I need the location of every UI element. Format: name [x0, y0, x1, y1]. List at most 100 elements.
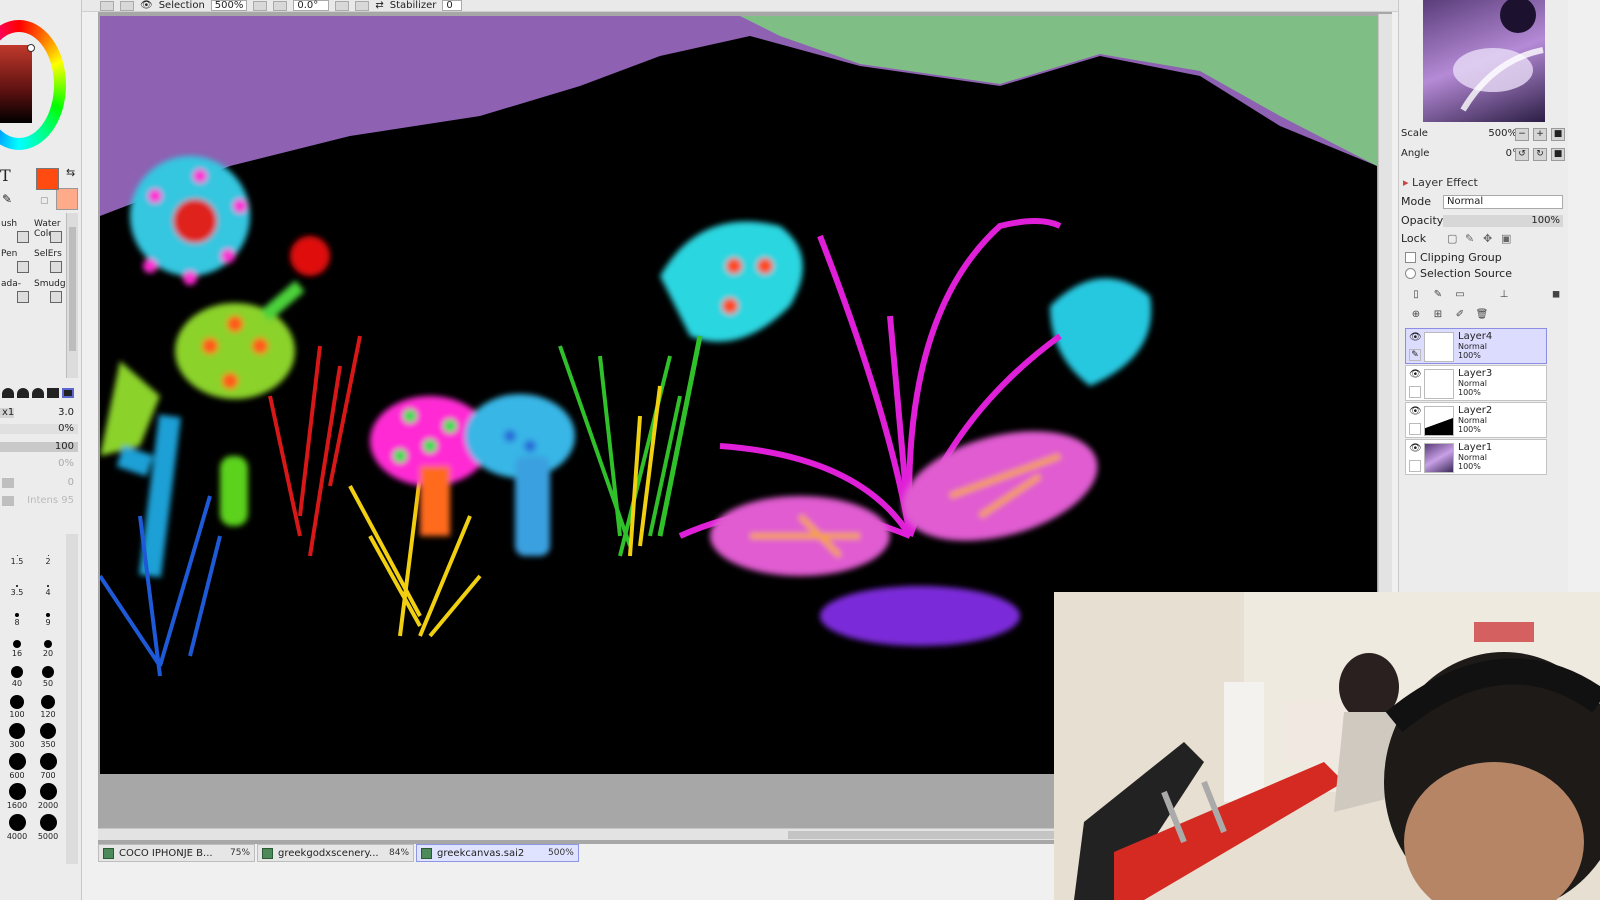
- zoom-reset-button[interactable]: ■: [1551, 128, 1565, 141]
- undo-button[interactable]: [100, 0, 114, 11]
- brush-size-preset[interactable]: 5000: [33, 813, 63, 841]
- merge-down-icon[interactable]: ⊕: [1409, 308, 1423, 322]
- tab-greekgodxscenery[interactable]: greekgodxscenery... 84%: [257, 844, 415, 862]
- layer-mask-icon[interactable]: ◼: [1549, 288, 1563, 302]
- blending-slider[interactable]: 0%: [0, 457, 78, 471]
- persistence-slider[interactable]: 0: [0, 476, 78, 490]
- layer-effect-header[interactable]: ▸ Layer Effect: [1403, 176, 1478, 189]
- brush-size-preset[interactable]: 700: [33, 752, 63, 780]
- brush-size-preset[interactable]: 8: [2, 599, 32, 627]
- clipping-group-checkbox[interactable]: Clipping Group: [1405, 251, 1502, 264]
- tab-coco-iphonje[interactable]: COCO IPHONJE B... 75%: [98, 844, 256, 862]
- brush-size-preset[interactable]: 50: [33, 660, 63, 688]
- brush-size-preset[interactable]: 16: [2, 630, 32, 658]
- layer-row-layer4[interactable]: 👁 ✎ Layer4 Normal 100%: [1405, 328, 1547, 364]
- text-tool-icon[interactable]: T: [0, 166, 11, 185]
- zoom-out-button[interactable]: −: [1515, 128, 1529, 141]
- trash-icon[interactable]: 🗑: [1475, 308, 1489, 322]
- visibility-eye-icon[interactable]: 👁: [1409, 332, 1422, 344]
- brush-shape-option[interactable]: [17, 388, 29, 398]
- zoom-in-button[interactable]: +: [1533, 128, 1547, 141]
- tab-greekcanvas[interactable]: greekcanvas.sai2 500%: [416, 844, 579, 862]
- brush-size-slider[interactable]: x1 3.0: [0, 406, 78, 420]
- blend-mode-select[interactable]: Normal: [1443, 195, 1563, 209]
- scroll-thumb[interactable]: [69, 227, 76, 351]
- redo-button[interactable]: [120, 0, 134, 11]
- zoom-in-button[interactable]: [273, 0, 288, 11]
- tool-selection-eraser[interactable]: SelErs: [33, 247, 66, 277]
- brush-size-preset[interactable]: 350: [33, 721, 63, 749]
- tool-pen[interactable]: Pen: [0, 247, 33, 277]
- brush-size-preset[interactable]: 3.5: [2, 569, 32, 597]
- brush-size-preset[interactable]: 2: [33, 538, 63, 566]
- brush-size-preset[interactable]: 40: [2, 660, 32, 688]
- brush-shape-option[interactable]: [2, 388, 14, 398]
- selection-source-checkbox[interactable]: Selection Source: [1405, 267, 1512, 280]
- checkbox[interactable]: [1405, 268, 1416, 279]
- brush-size-scrollbar[interactable]: [66, 534, 78, 864]
- opacity-slider[interactable]: 100%: [1443, 215, 1563, 227]
- layer-row-layer2[interactable]: 👁 Layer2 Normal 100%: [1405, 402, 1547, 438]
- visibility-eye-icon[interactable]: 👁: [1409, 443, 1422, 455]
- clear-layer-icon[interactable]: ✐: [1453, 308, 1467, 322]
- stabilizer-field[interactable]: 0: [442, 0, 463, 11]
- intensity-slider[interactable]: Intens 95: [0, 494, 78, 508]
- swap-colors-icon[interactable]: ⇆: [66, 166, 75, 179]
- rotate-right-button[interactable]: ↻: [1533, 148, 1547, 161]
- brush-size-preset[interactable]: 600: [2, 752, 32, 780]
- eyedropper-icon[interactable]: ✎: [2, 192, 12, 206]
- lock-transparency-icon[interactable]: ▢: [1447, 231, 1457, 247]
- brush-size-preset[interactable]: 120: [33, 691, 63, 719]
- brush-size-preset[interactable]: 9: [33, 599, 63, 627]
- flip-icon[interactable]: ⇄: [375, 0, 383, 11]
- brush-size-preset[interactable]: 100: [2, 691, 32, 719]
- zoom-out-button[interactable]: [253, 0, 268, 11]
- new-linework-layer-icon[interactable]: ✎: [1431, 288, 1445, 302]
- dropdown-button[interactable]: [2, 478, 14, 488]
- brush-size-preset[interactable]: 4000: [2, 813, 32, 841]
- layer-row-layer3[interactable]: 👁 Layer3 Normal 100%: [1405, 365, 1547, 401]
- rotate-left-button[interactable]: [335, 0, 350, 11]
- rotate-left-button[interactable]: ↺: [1515, 148, 1529, 161]
- brush-size-preset[interactable]: 300: [2, 721, 32, 749]
- min-size-slider[interactable]: 0%: [0, 422, 78, 436]
- tool-gradient[interactable]: ada-: [0, 277, 33, 307]
- new-layer-icon[interactable]: ▯: [1409, 288, 1423, 302]
- brush-size-preset[interactable]: 4: [33, 569, 63, 597]
- new-folder-icon[interactable]: ▭: [1453, 288, 1467, 302]
- lock-all-icon[interactable]: ▣: [1501, 231, 1511, 247]
- layer-row-layer1[interactable]: 👁 Layer1 Normal 100%: [1405, 439, 1547, 475]
- visibility-eye-icon[interactable]: 👁: [1409, 406, 1422, 418]
- zoom-field[interactable]: 500%: [210, 0, 248, 11]
- brush-size-preset[interactable]: 1600: [2, 782, 32, 810]
- brush-size-preset[interactable]: 20: [33, 630, 63, 658]
- checkbox[interactable]: [1405, 252, 1416, 263]
- density-slider[interactable]: 100: [0, 440, 78, 454]
- eye-icon[interactable]: 👁: [140, 0, 153, 11]
- brush-size-preset[interactable]: 1.5: [2, 538, 32, 566]
- visibility-eye-icon[interactable]: 👁: [1409, 369, 1422, 381]
- foreground-color-swatch[interactable]: [36, 168, 59, 190]
- background-color-swatch[interactable]: [56, 188, 78, 210]
- transparent-color-icon[interactable]: ▢: [40, 196, 49, 206]
- brush-shape-option[interactable]: [47, 388, 59, 398]
- tool-scrollbar[interactable]: [66, 213, 78, 378]
- brush-shape-option-selected[interactable]: [62, 388, 74, 398]
- transfer-layer-icon[interactable]: ⊥: [1497, 288, 1511, 302]
- rotate-right-button[interactable]: [355, 0, 370, 11]
- tool-watercolor[interactable]: Water Color: [33, 217, 66, 247]
- dropdown-button[interactable]: [2, 496, 14, 506]
- brush-size-preset[interactable]: 2000: [33, 782, 63, 810]
- tool-brush[interactable]: ush: [0, 217, 33, 247]
- layer-thumbnail: [1424, 332, 1454, 362]
- lock-pen-icon[interactable]: ✎: [1465, 231, 1474, 247]
- add-layer-icon[interactable]: ⊞: [1431, 308, 1445, 322]
- lock-move-icon[interactable]: ✥: [1483, 231, 1492, 247]
- brush-shape-option[interactable]: [32, 388, 44, 398]
- rotation-field[interactable]: 0.0°: [293, 0, 330, 11]
- color-saturation-square[interactable]: [0, 45, 32, 123]
- rotate-reset-button[interactable]: ■: [1551, 148, 1565, 161]
- tool-smudge[interactable]: Smudge: [33, 277, 71, 307]
- navigator-preview[interactable]: [1423, 0, 1545, 122]
- color-wheel-handle[interactable]: [27, 44, 35, 52]
